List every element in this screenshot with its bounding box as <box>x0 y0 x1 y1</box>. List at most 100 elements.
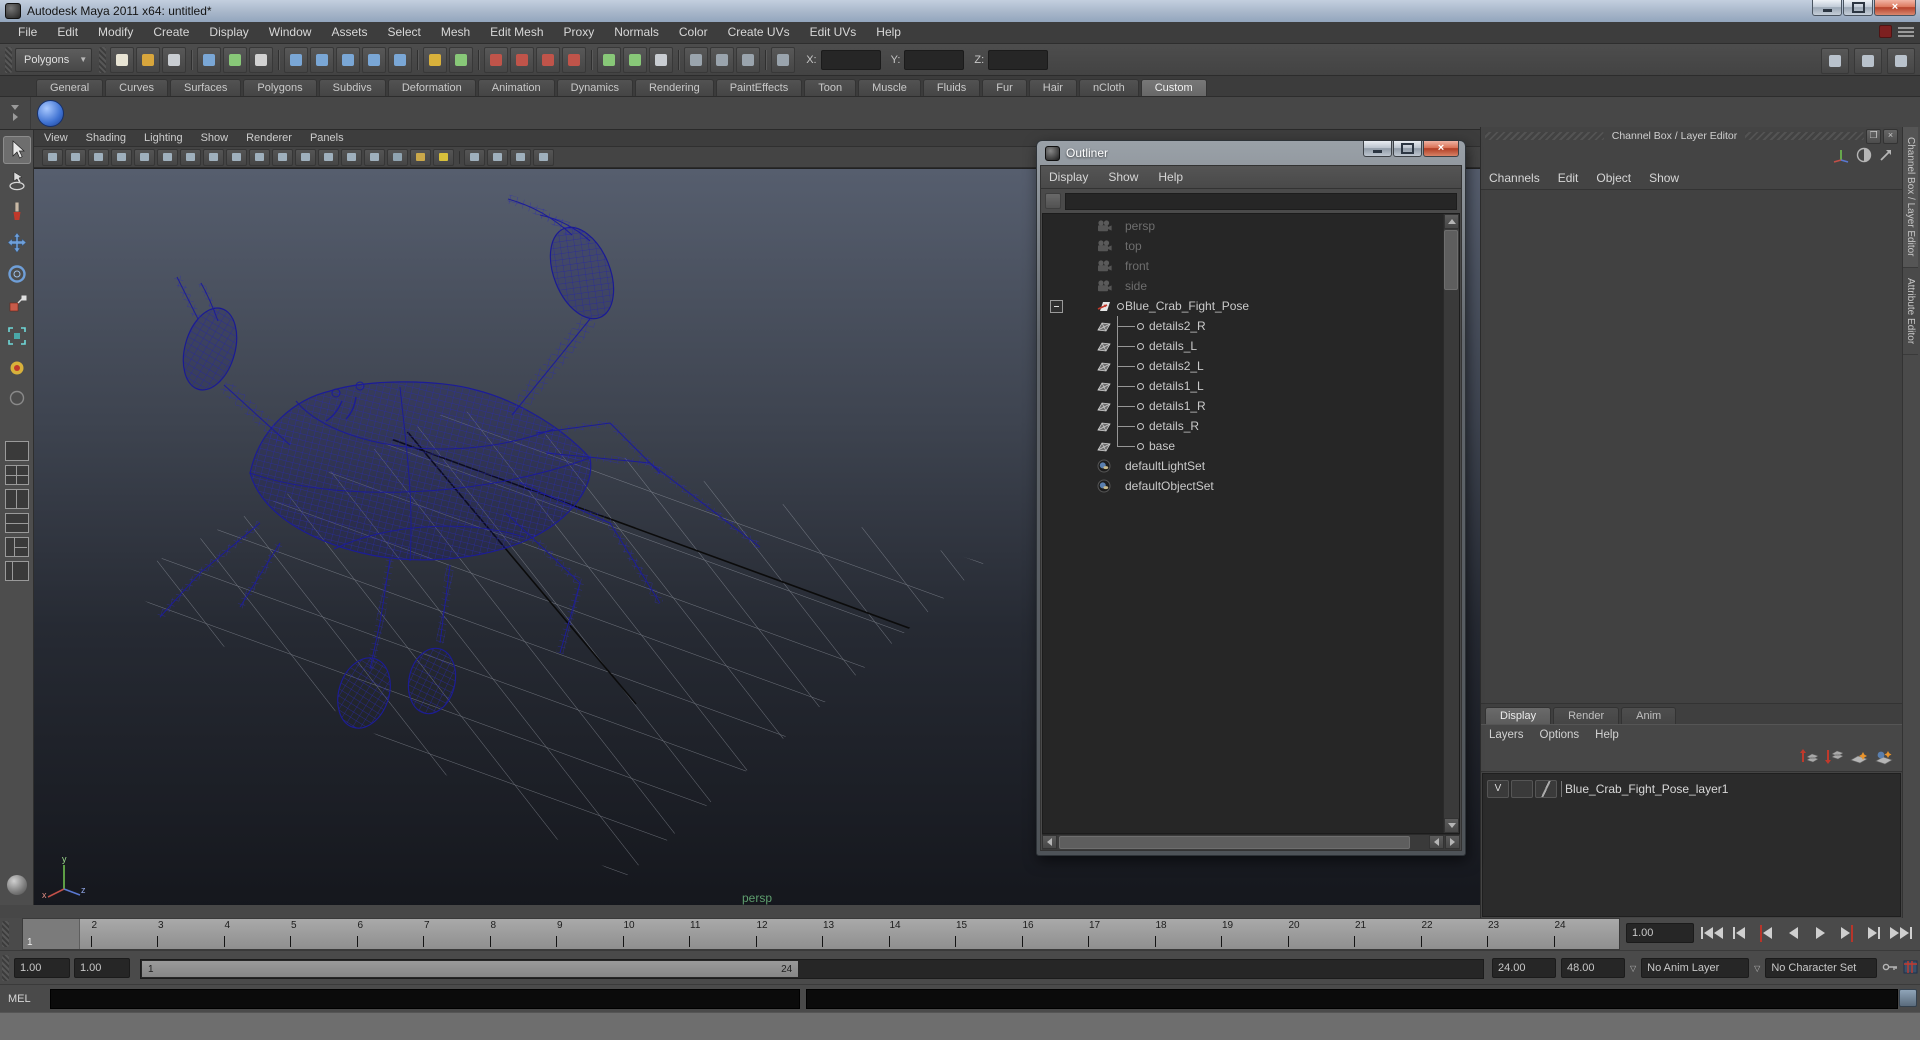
resolution-gate-icon[interactable] <box>249 148 270 166</box>
highlight-selection-icon[interactable] <box>449 46 474 73</box>
channel-manipulator-icon[interactable] <box>1832 147 1850 166</box>
channel-box-menu-item[interactable]: Object <box>1596 171 1631 185</box>
outliner-horizontal-scrollbar[interactable] <box>1042 834 1460 850</box>
scroll-down-icon[interactable] <box>1444 818 1459 833</box>
scroll-left-icon[interactable] <box>1042 835 1057 849</box>
menu-item[interactable]: Edit Mesh <box>480 22 553 43</box>
outliner-item-default-object-set[interactable]: defaultObjectSet <box>1043 476 1443 496</box>
layer-playback-toggle[interactable] <box>1511 780 1533 798</box>
field-chart-icon[interactable] <box>295 148 316 166</box>
separator[interactable] <box>188 48 195 72</box>
timeline-frame[interactable]: 21 <box>1353 919 1420 949</box>
character-set-dropdown[interactable]: No Character Set <box>1765 958 1878 978</box>
panel-drag-grip[interactable] <box>1745 132 1864 140</box>
window-titlebar[interactable]: Autodesk Maya 2011 x64: untitled* × <box>0 0 1920 23</box>
step-forward-frame-button[interactable] <box>1862 922 1886 944</box>
menu-set-dropdown[interactable]: Polygons ▼ <box>15 47 93 72</box>
step-back-key-button[interactable] <box>1754 922 1778 944</box>
menu-item[interactable]: File <box>8 22 47 43</box>
render-settings-icon[interactable] <box>736 46 761 73</box>
lock-selection-icon[interactable] <box>423 46 448 73</box>
outliner-tree[interactable]: persp top front side Blue_Crab_Fight_Pos… <box>1042 213 1460 834</box>
select-by-component-icon[interactable] <box>249 46 274 73</box>
scroll-up-icon[interactable] <box>1444 214 1459 229</box>
menu-item[interactable]: Create UVs <box>718 22 800 43</box>
shelf-tab[interactable]: Rendering <box>634 79 714 96</box>
menu-item[interactable]: Mesh <box>431 22 480 43</box>
snap-magnet-curve-icon[interactable] <box>510 46 535 73</box>
outliner-item-top[interactable]: top <box>1043 236 1443 256</box>
show-hide-channel-box-icon[interactable] <box>1821 48 1849 74</box>
y-coordinate-field[interactable] <box>904 49 965 70</box>
move-tool[interactable] <box>3 229 31 257</box>
soft-mod-tool[interactable] <box>3 353 31 381</box>
panel-menu-item[interactable]: Show <box>201 132 229 144</box>
timeline-frame[interactable]: 23 <box>1486 919 1553 949</box>
outliner-item-details1-l[interactable]: details1_L <box>1043 376 1443 396</box>
shelf-tab[interactable]: nCloth <box>1078 79 1139 96</box>
shelf-item-blue-sphere[interactable] <box>35 98 65 128</box>
panel-menu-item[interactable]: View <box>44 132 68 144</box>
snap-to-points-icon[interactable] <box>336 46 361 73</box>
menu-item[interactable]: Create <box>143 22 199 43</box>
time-slider-grip[interactable] <box>2 921 9 947</box>
layer-display-type-toggle[interactable] <box>1535 780 1557 798</box>
animation-end-field[interactable]: 48.00 <box>1561 958 1625 978</box>
timeline-frame[interactable]: 3 <box>156 919 223 949</box>
outliner-item-blue-crab-fight-pose[interactable]: Blue_Crab_Fight_Pose <box>1043 296 1443 316</box>
set-key-icon[interactable] <box>1882 961 1898 976</box>
safe-action-icon[interactable] <box>318 148 339 166</box>
menu-item[interactable]: Window <box>259 22 322 43</box>
window-minimize-button[interactable] <box>1812 0 1842 16</box>
anim-layer-dropdown[interactable]: No Anim Layer <box>1641 958 1750 978</box>
paint-select-tool[interactable] <box>3 198 31 226</box>
shelf-tab[interactable]: Muscle <box>858 79 921 96</box>
snap-magnet-point-icon[interactable] <box>536 46 561 73</box>
snap-magnet-grid-icon[interactable] <box>484 46 509 73</box>
menu-item[interactable]: Color <box>669 22 718 43</box>
timeline-frame[interactable]: 19 <box>1220 919 1287 949</box>
timeline-frame[interactable]: 24 <box>1553 919 1620 949</box>
outliner-menu-item[interactable]: Help <box>1158 170 1183 184</box>
window-close-button[interactable]: × <box>1874 0 1916 16</box>
make-live-icon[interactable] <box>388 46 413 73</box>
range-slider-track[interactable]: 1 24 <box>140 959 1484 979</box>
play-forwards-button[interactable] <box>1808 922 1832 944</box>
menu-item[interactable]: Edit UVs <box>800 22 867 43</box>
outliner-item-details2-r[interactable]: details2_R <box>1043 316 1443 336</box>
channel-speed-icon[interactable] <box>1856 147 1872 166</box>
panel-close-icon[interactable]: × <box>1883 128 1898 144</box>
single-pane-layout-button[interactable] <box>4 441 29 461</box>
snap-magnet-plane-icon[interactable] <box>562 46 587 73</box>
shelf-tabs-toggle-icon[interactable] <box>11 105 19 110</box>
multisample-icon[interactable] <box>533 148 554 166</box>
toolbox-ball-icon[interactable] <box>6 875 27 895</box>
menu-item[interactable]: Proxy <box>554 22 605 43</box>
film-gate-icon[interactable] <box>226 148 247 166</box>
new-scene-icon[interactable] <box>110 46 135 73</box>
separator[interactable] <box>475 48 482 72</box>
step-forward-key-button[interactable] <box>1835 922 1859 944</box>
scrollbar-thumb[interactable] <box>1059 836 1410 849</box>
grease-pencil-icon[interactable] <box>180 148 201 166</box>
universal-manipulator-tool[interactable] <box>3 322 31 350</box>
command-line-input[interactable] <box>50 989 800 1009</box>
use-all-lights-icon[interactable] <box>433 148 454 166</box>
menu-item[interactable]: Edit <box>47 22 88 43</box>
timeline-ruler[interactable]: 1 12345678910111213141516171819202122232… <box>22 918 1620 950</box>
separator[interactable] <box>456 150 462 165</box>
shelf-tab[interactable]: Toon <box>804 79 857 96</box>
channel-box-menu-item[interactable]: Edit <box>1558 171 1579 185</box>
quick-selection-dropdown-icon[interactable] <box>771 46 796 73</box>
auto-keyframe-icon[interactable] <box>1903 960 1918 977</box>
playback-start-field[interactable]: 1.00 <box>74 958 130 978</box>
textured-display-icon[interactable] <box>410 148 431 166</box>
separator[interactable] <box>275 48 282 72</box>
wireframe-display-icon[interactable] <box>364 148 385 166</box>
input-connections-icon[interactable] <box>597 46 622 73</box>
four-pane-layout-button[interactable] <box>4 465 29 485</box>
timeline-frame[interactable]: 10 <box>622 919 689 949</box>
isolate-select-icon[interactable] <box>510 148 531 166</box>
separator[interactable] <box>588 48 595 72</box>
layer-visibility-toggle[interactable]: V <box>1487 780 1509 798</box>
